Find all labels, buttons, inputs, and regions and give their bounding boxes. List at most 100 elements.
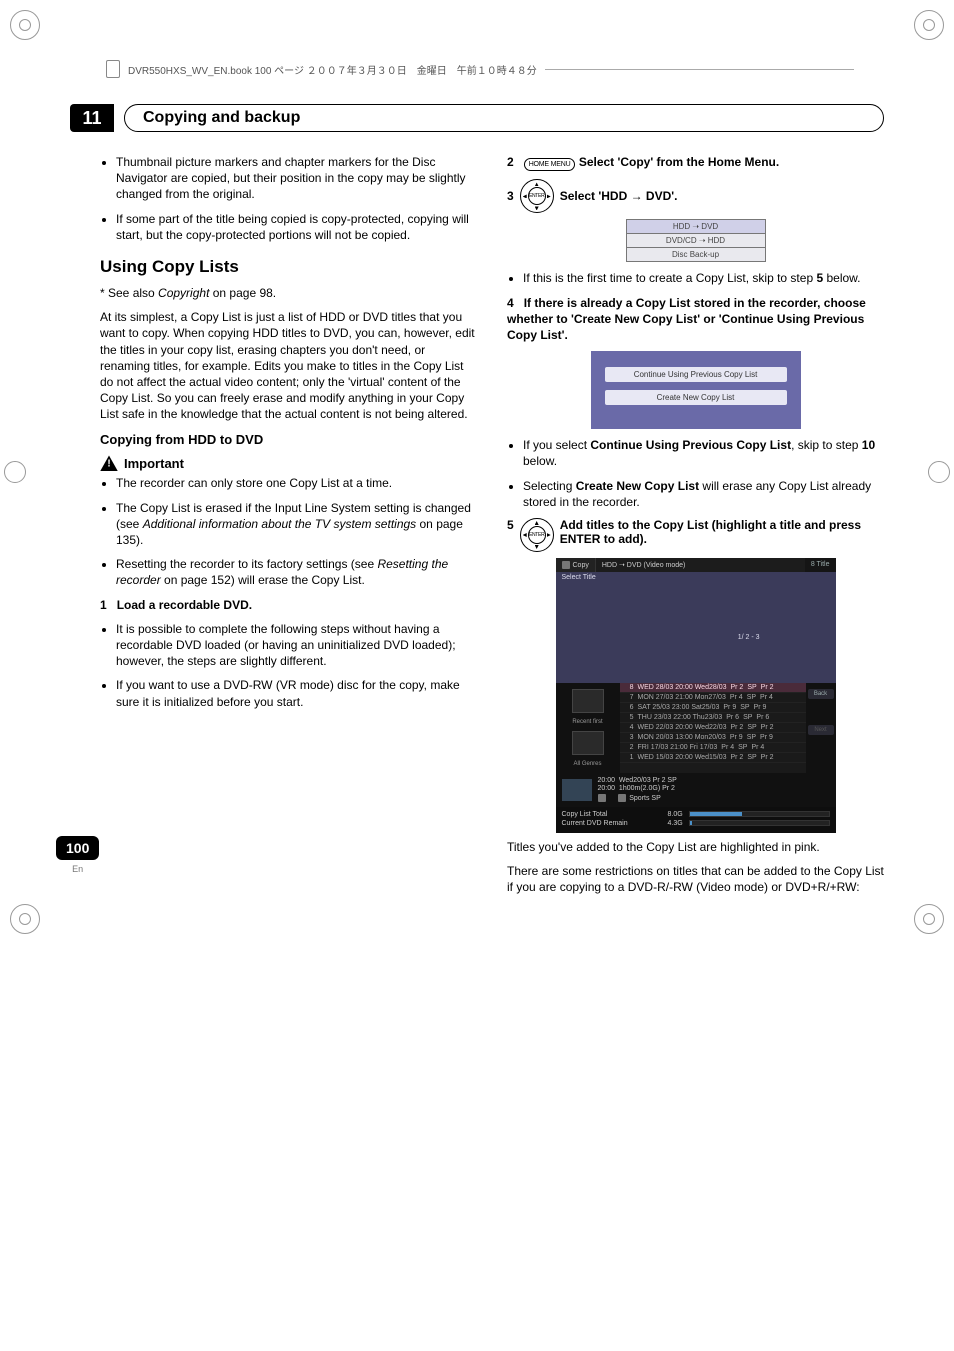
important-list: The recorder can only store one Copy Lis… xyxy=(100,475,477,588)
paragraph: Titles you've added to the Copy List are… xyxy=(507,839,884,855)
crop-mark-right xyxy=(928,461,950,483)
row-program2: Pr 6 xyxy=(756,714,769,721)
row-mode: SP xyxy=(747,694,756,701)
title-row[interactable]: 5THU 23/03 22:00 Thu23/03Pr 6SPPr 6 xyxy=(620,713,806,723)
title-list[interactable]: 8WED 28/03 20:00 Wed28/03Pr 2SPPr 27MON … xyxy=(620,683,806,773)
select-title-label: Select Title xyxy=(562,574,596,681)
dpad-up-icon xyxy=(535,521,539,525)
book-icon xyxy=(106,60,120,78)
genre-icon[interactable] xyxy=(572,731,604,755)
copy-list-sidebar: Recent first All Genres xyxy=(556,683,620,773)
row-mode: SP xyxy=(747,734,756,741)
row-date: THU 23/03 22:00 Thu23/03 xyxy=(638,714,723,721)
total-label: Copy List Total xyxy=(562,811,662,818)
next-button[interactable]: Next xyxy=(808,725,834,735)
row-program: Pr 2 xyxy=(730,724,743,731)
important-label: Important xyxy=(124,456,184,471)
step-4: 4 If there is already a Copy List stored… xyxy=(507,295,884,344)
bullet: If some part of the title being copied i… xyxy=(116,211,477,243)
columns: Thumbnail picture markers and chapter ma… xyxy=(70,154,884,904)
recent-first-label: Recent first xyxy=(572,719,602,725)
step-5: 5 ENTER Add titles to the Copy List (hig… xyxy=(507,518,884,552)
chapter-number: 11 xyxy=(70,104,114,132)
row-program2: Pr 9 xyxy=(754,704,767,711)
sort-icon[interactable] xyxy=(572,689,604,713)
step-title: Load a recordable DVD. xyxy=(117,598,252,612)
text: on page 98. xyxy=(209,286,276,300)
text: * See also xyxy=(100,286,158,300)
chapter-header: 11 Copying and backup xyxy=(70,104,884,132)
row-index: 4 xyxy=(624,724,634,731)
chapter-title: Copying and backup xyxy=(124,104,884,132)
remain-value: 4.3G xyxy=(668,820,683,827)
menu-item-hdd-dvd[interactable]: HDD ➝ DVD xyxy=(626,219,766,234)
left-column: Thumbnail picture markers and chapter ma… xyxy=(70,154,477,904)
step-number: 4 xyxy=(507,296,514,310)
create-new-button[interactable]: Create New Copy List xyxy=(605,390,787,405)
bullet: The recorder can only store one Copy Lis… xyxy=(116,475,477,491)
running-header-text: DVR550HXS_WV_EN.book 100 ページ ２００７年３月３０日 … xyxy=(128,62,537,77)
title-row[interactable]: 7MON 27/03 21:00 Mon27/03Pr 4SPPr 4 xyxy=(620,693,806,703)
page-footer: 100 En xyxy=(56,836,99,874)
page: DVR550HXS_WV_EN.book 100 ページ ２００７年３月３０日 … xyxy=(0,0,954,944)
row-program2: Pr 4 xyxy=(760,694,773,701)
row-date: FRI 17/03 21:00 Fri 17/03 xyxy=(638,744,718,751)
row-program: Pr 4 xyxy=(721,744,734,751)
crop-mark xyxy=(10,10,40,40)
copy-target-menu[interactable]: HDD ➝ DVD DVD/CD ➝ HDD Disc Back-up xyxy=(626,219,766,262)
step-text: Select 'Copy' from the Home Menu. xyxy=(579,155,779,169)
dpad-left-icon xyxy=(523,194,527,198)
total-bar-fill xyxy=(690,812,743,816)
section-heading: Using Copy Lists xyxy=(100,257,477,277)
copy-tab: Copy xyxy=(556,558,596,572)
row-program: Pr 4 xyxy=(730,694,743,701)
title-row[interactable]: 2FRI 17/03 21:00 Fri 17/03Pr 4SPPr 4 xyxy=(620,743,806,753)
row-mode: SP xyxy=(738,744,747,751)
row-mode: SP xyxy=(743,714,752,721)
remain-bar-fill xyxy=(690,821,693,825)
title-row[interactable]: 6SAT 25/03 23:00 Sat25/03Pr 9SPPr 9 xyxy=(620,703,806,713)
title-row[interactable]: 4WED 22/03 20:00 Wed22/03Pr 2SPPr 2 xyxy=(620,723,806,733)
row-index: 2 xyxy=(624,744,634,751)
step-text: If there is already a Copy List stored i… xyxy=(507,296,866,342)
title-row[interactable]: 1WED 15/03 20:00 Wed15/03Pr 2SPPr 2 xyxy=(620,753,806,763)
important-callout: Important xyxy=(100,455,477,471)
menu-item-disc-backup[interactable]: Disc Back-up xyxy=(626,248,766,262)
title-info: 20:00 Wed20/03 Pr 2 SP 20:00 1h00m(2.0G)… xyxy=(598,777,677,803)
step-1-bullets: It is possible to complete the following… xyxy=(100,621,477,710)
bullet: The Copy List is erased if the Input Lin… xyxy=(116,500,477,549)
copy-icon xyxy=(562,561,570,569)
dpad-enter-icon: ENTER xyxy=(520,518,554,552)
bullet: It is possible to complete the following… xyxy=(116,621,477,670)
dpad-right-icon xyxy=(547,194,551,198)
title-row[interactable]: 3MON 20/03 13:00 Mon20/03Pr 9SPPr 9 xyxy=(620,733,806,743)
language-code: En xyxy=(56,864,99,874)
row-program: Pr 9 xyxy=(730,734,743,741)
back-button[interactable]: Back xyxy=(808,689,834,699)
date-line: Wed20/03 Pr 2 SP xyxy=(619,777,677,784)
row-mode: SP xyxy=(747,724,756,731)
bullet: Thumbnail picture markers and chapter ma… xyxy=(116,154,477,203)
row-program2: Pr 2 xyxy=(761,754,774,761)
step-text: Add titles to the Copy List (highlight a… xyxy=(560,518,884,546)
copy-mode: HDD ➝ DVD (Video mode) xyxy=(596,558,805,572)
selected-title-info: 20:00 Wed20/03 Pr 2 SP 20:00 1h00m(2.0G)… xyxy=(556,773,836,807)
dpad-right-icon xyxy=(547,533,551,537)
crop-mark xyxy=(10,904,40,934)
row-mode: SP xyxy=(747,684,756,691)
copy-list-choice-dialog[interactable]: Continue Using Previous Copy List Create… xyxy=(591,351,801,429)
title-row[interactable]: 8WED 28/03 20:00 Wed28/03Pr 2SPPr 2 xyxy=(620,683,806,693)
category-line: Sports SP xyxy=(629,795,661,802)
bullet: If you select Continue Using Previous Co… xyxy=(523,437,884,469)
row-index: 3 xyxy=(624,734,634,741)
row-program2: Pr 4 xyxy=(751,744,764,751)
total-bar xyxy=(689,811,830,817)
crop-mark-left xyxy=(4,461,26,483)
continue-previous-button[interactable]: Continue Using Previous Copy List xyxy=(605,367,787,382)
all-genres-label: All Genres xyxy=(573,761,601,767)
title-count: 8 Title xyxy=(805,558,836,571)
row-date: WED 28/03 20:00 Wed28/03 xyxy=(638,684,727,691)
dpad-left-icon xyxy=(523,533,527,537)
menu-item-dvd-hdd[interactable]: DVD/CD ➝ HDD xyxy=(626,234,766,248)
bullet: Selecting Create New Copy List will eras… xyxy=(523,478,884,510)
